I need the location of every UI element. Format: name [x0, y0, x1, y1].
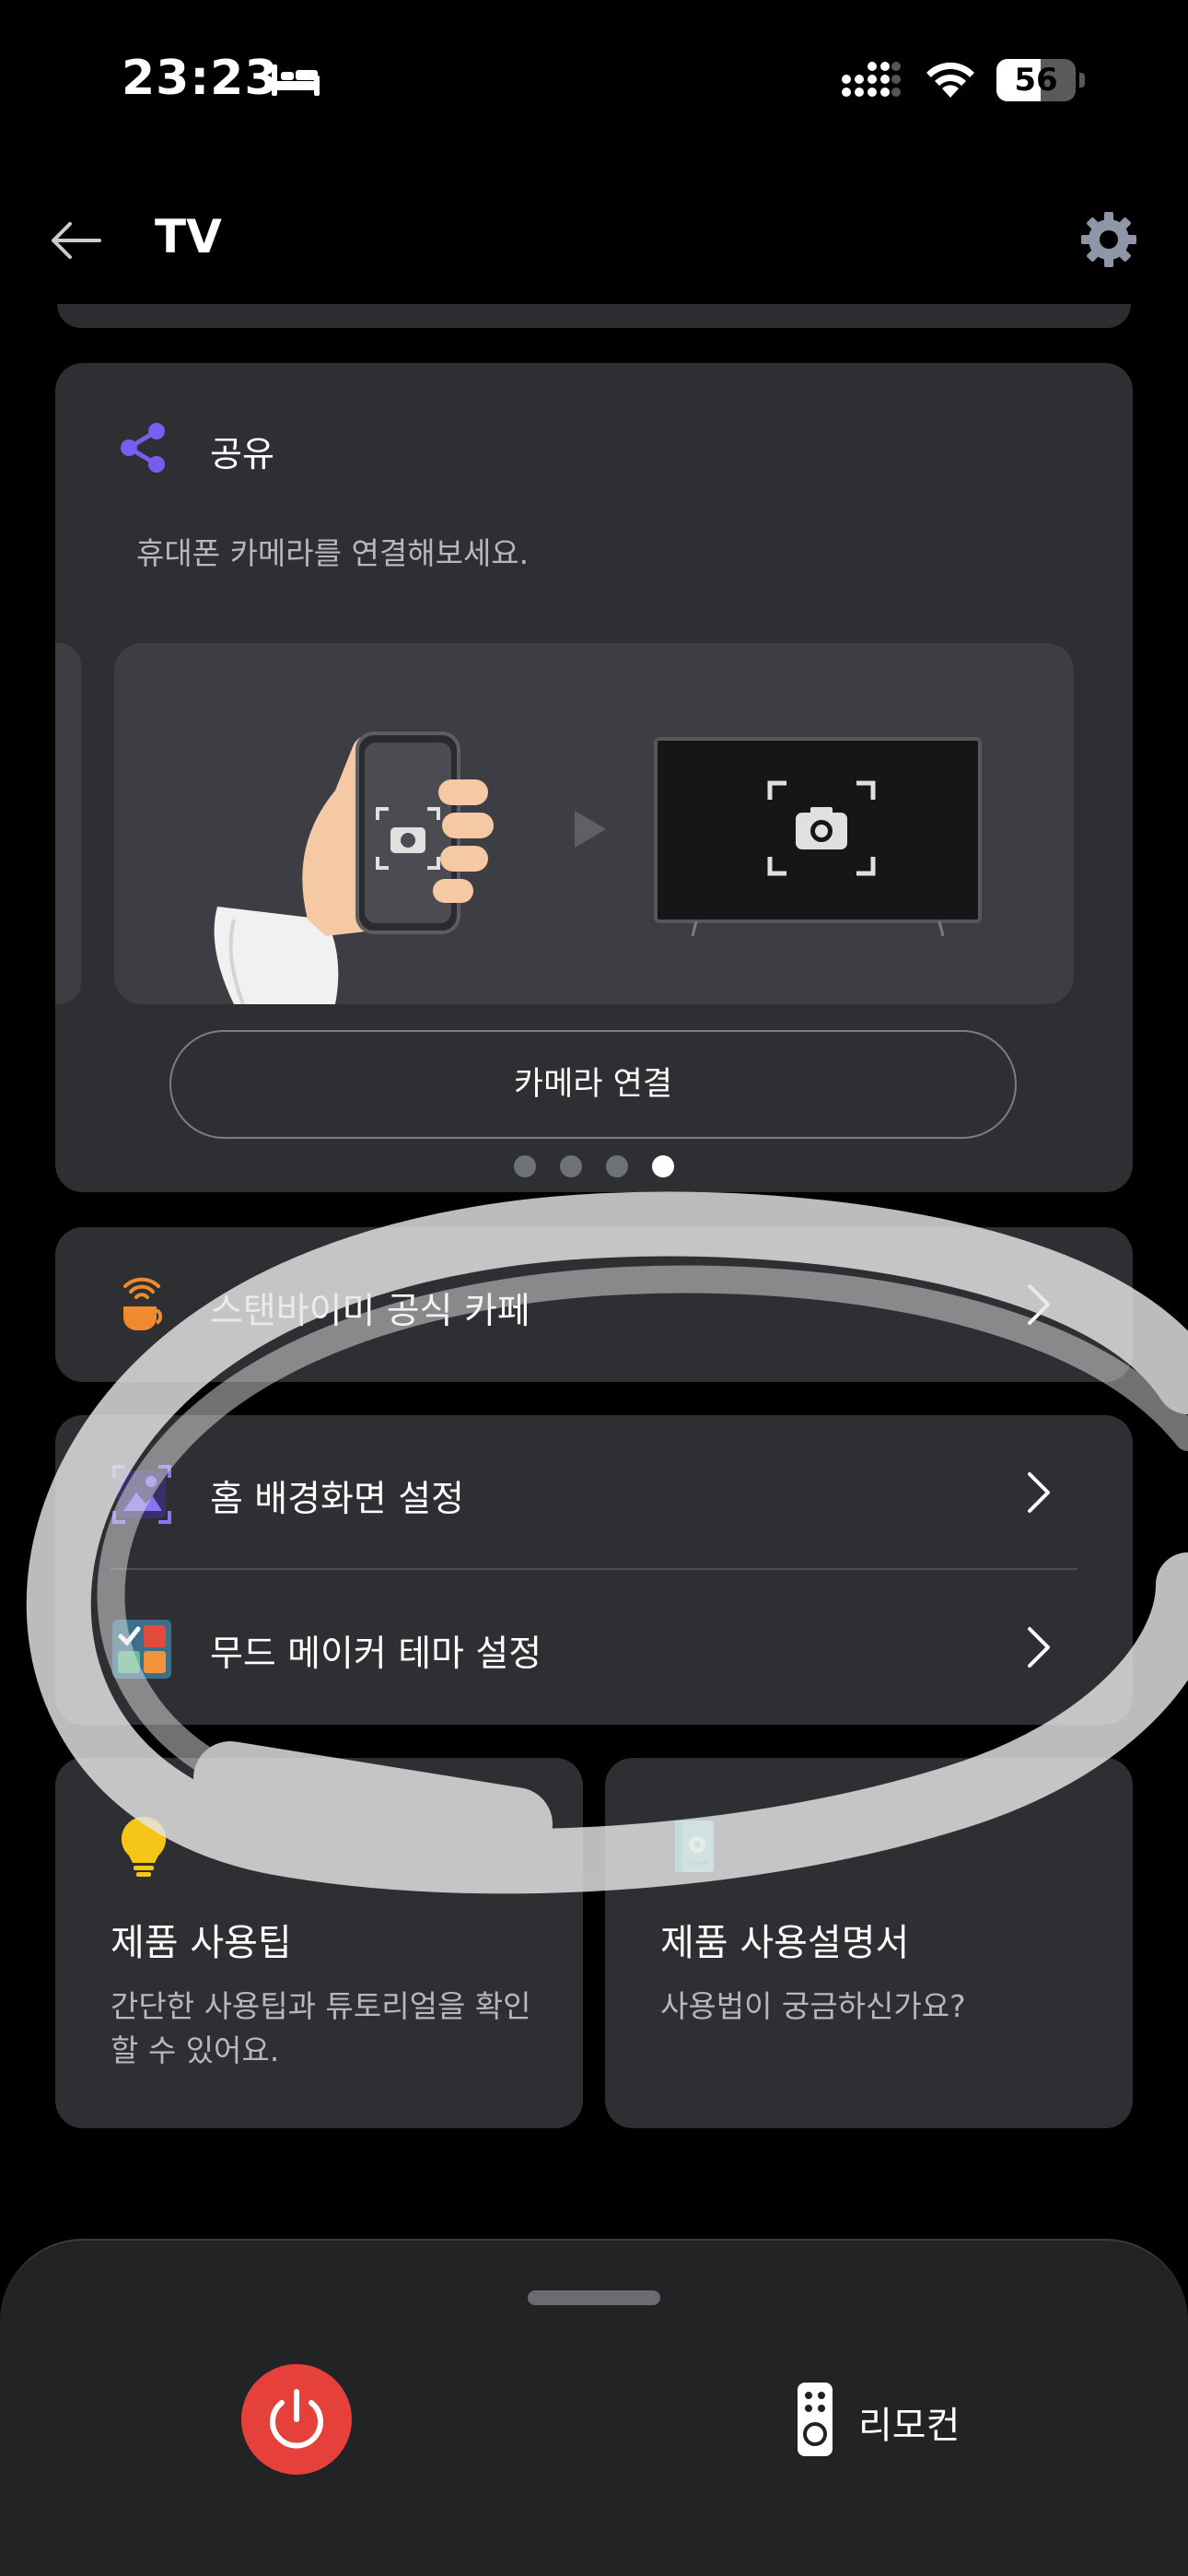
official-cafe-label: 스탠바이미 공식 카페 — [210, 1291, 530, 1332]
share-icon — [121, 423, 165, 473]
pagination-dot[interactable] — [560, 1155, 582, 1177]
product-tips-tile[interactable]: 제품 사용팁 간단한 사용팁과 튜토리얼을 확인할 수 있어요. — [55, 1758, 583, 2128]
mood-theme-label: 무드 메이커 테마 설정 — [210, 1633, 542, 1675]
share-title: 공유 — [210, 434, 274, 474]
settings-card: 홈 배경화면 설정 무드 메이커 테마 설정 — [55, 1415, 1133, 1725]
product-manual-tile[interactable]: 제품 사용설명서 사용법이 궁금하신가요? — [605, 1758, 1133, 2128]
carousel-pagination — [55, 1155, 1133, 1183]
remote-icon[interactable] — [796, 2381, 834, 2458]
manual-book-icon — [675, 1821, 714, 1872]
pagination-dot[interactable] — [606, 1155, 628, 1177]
lightbulb-icon — [121, 1816, 167, 1877]
chevron-right-icon — [1028, 1472, 1050, 1513]
power-button[interactable] — [241, 2364, 352, 2475]
signal-icon — [842, 62, 901, 97]
battery-indicator: 56 — [996, 59, 1085, 101]
page-title: TV — [155, 210, 222, 263]
mood-theme-icon — [112, 1620, 171, 1679]
bed-icon — [272, 64, 320, 96]
mood-theme-row[interactable]: 무드 메이커 테마 설정 — [55, 1570, 1133, 1725]
carousel-previous-slide[interactable] — [55, 643, 81, 1004]
previous-card-edge — [57, 304, 1131, 328]
home-wallpaper-label: 홈 배경화면 설정 — [210, 1479, 464, 1520]
connect-camera-button[interactable]: 카메라 연결 — [169, 1030, 1017, 1139]
status-bar: 23:23 56 — [0, 0, 1188, 161]
wallpaper-icon — [112, 1465, 171, 1524]
chevron-right-icon — [1028, 1284, 1050, 1325]
power-icon — [270, 2389, 323, 2449]
chevron-right-icon — [1028, 1627, 1050, 1668]
official-cafe-row[interactable]: 스탠바이미 공식 카페 — [55, 1227, 1133, 1382]
drag-handle[interactable] — [528, 2290, 660, 2305]
pagination-dot[interactable] — [514, 1155, 536, 1177]
pagination-dot-active[interactable] — [652, 1155, 674, 1177]
play-icon — [575, 811, 606, 848]
bottom-control-sheet: 리모컨 — [0, 2239, 1188, 2576]
product-manual-title: 제품 사용설명서 — [660, 1922, 910, 1964]
product-tips-title: 제품 사용팁 — [111, 1922, 292, 1964]
camera-connect-illustration — [114, 643, 1074, 1004]
wifi-icon — [926, 62, 974, 98]
status-time: 23:23 — [122, 51, 279, 106]
back-arrow-icon[interactable] — [48, 217, 103, 263]
gear-icon[interactable] — [1079, 210, 1138, 269]
product-manual-description: 사용법이 궁금하신가요? — [660, 1988, 966, 2024]
share-description: 휴대폰 카메라를 연결해보세요. — [136, 535, 530, 571]
product-tips-description: 간단한 사용팁과 튜토리얼을 확인할 수 있어요. — [111, 1988, 531, 2068]
share-card: 공유 휴대폰 카메라를 연결해보세요. 카메라 연결 — [55, 363, 1133, 1192]
battery-level: 56 — [1014, 62, 1058, 99]
cafe-cup-icon — [123, 1277, 163, 1330]
home-wallpaper-row[interactable]: 홈 배경화면 설정 — [55, 1415, 1133, 1570]
remote-label[interactable]: 리모컨 — [858, 2395, 960, 2449]
